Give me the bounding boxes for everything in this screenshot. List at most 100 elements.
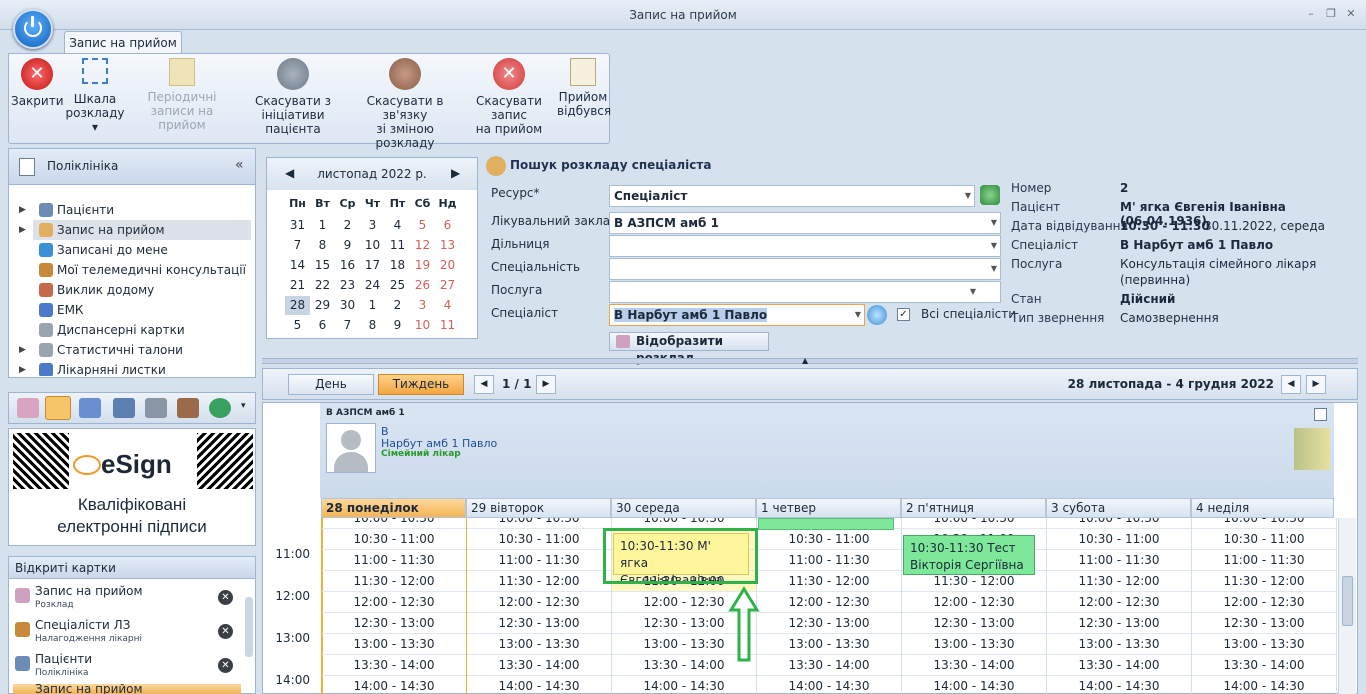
time-slot[interactable]: 14:00 - 14:30 [902,676,1046,694]
calendar-day[interactable]: 11 [435,316,460,335]
time-slot[interactable]: 13:00 - 13:30 [322,634,466,655]
calendar-day[interactable]: 18 [385,256,410,275]
time-slot[interactable]: 12:30 - 13:00 [757,613,901,634]
medicine-module-icon[interactable] [113,398,135,418]
time-slot[interactable]: 13:00 - 13:30 [467,634,611,655]
restore-icon[interactable]: ❐ [1324,7,1338,21]
globe-module-icon[interactable] [209,398,231,418]
time-slot[interactable]: 13:00 - 13:30 [1192,634,1336,655]
calendar-day[interactable]: 20 [435,256,460,275]
nav-item-patients[interactable]: ▶ Пацієнти [9,200,255,220]
calendar-day[interactable]: 3 [410,296,435,315]
calendar-day[interactable]: 7 [335,316,360,335]
calendar-module-icon[interactable] [17,398,39,418]
time-slot[interactable]: 12:30 - 13:00 [322,613,466,634]
splitter[interactable] [262,358,1358,364]
calendar-day[interactable]: 1 [310,216,335,235]
calendar-day[interactable]: 23 [335,276,360,295]
time-slot[interactable]: 13:00 - 13:30 [902,634,1046,655]
prev-page-icon[interactable]: ◀ [474,375,494,394]
day-header[interactable]: 30 середа [611,498,756,518]
calendar-day[interactable]: 28 [285,296,310,315]
time-slot[interactable]: 12:00 - 12:30 [322,592,466,613]
time-slot[interactable]: 10:00 - 10:30 [902,518,1046,529]
nav-item-dispensary[interactable]: Диспансерні картки [9,320,255,340]
schedule-scrollbar[interactable] [1338,518,1356,694]
time-slot[interactable]: 11:00 - 11:30 [757,550,901,571]
resource-select[interactable]: Спеціаліст ▼ [609,185,975,207]
splitter-arrow-icon[interactable]: ▲ [802,356,808,365]
calendar-day[interactable]: 11 [385,236,410,255]
schedule-scale-button[interactable]: Шкала розкладу ▾ [65,58,125,134]
calendar-day[interactable]: 5 [410,216,435,235]
books-module-icon[interactable] [145,398,167,418]
time-slot[interactable]: 14:00 - 14:30 [1047,676,1191,694]
calendar-day[interactable]: 6 [310,316,335,335]
close-button[interactable]: ✕ Закрити [11,58,64,108]
time-slot[interactable]: 11:30 - 12:00 [1047,571,1191,592]
time-slot[interactable]: 12:30 - 13:00 [1192,613,1336,634]
nav-item-emk[interactable]: ЕМК [9,300,255,320]
calendar-day[interactable]: 26 [410,276,435,295]
open-card-item[interactable]: Запис на прийом Розклад ✕ [13,584,241,618]
ribbon-tab[interactable]: Запис на прийом [64,31,182,54]
calendar-day[interactable]: 14 [285,256,310,275]
time-slot[interactable]: 10:30 - 11:00 [1047,529,1191,550]
resource-checkbox[interactable] [1314,408,1327,421]
time-slot[interactable]: 12:30 - 13:00 [1047,613,1191,634]
close-card-icon[interactable]: ✕ [218,590,233,605]
time-slot[interactable]: 11:30 - 12:00 [467,571,611,592]
time-slot[interactable]: 11:00 - 11:30 [467,550,611,571]
doctor-lookup-icon[interactable] [867,305,887,325]
calendar-day[interactable]: 10 [360,236,385,255]
day-view-button[interactable]: День [288,374,374,395]
time-slot[interactable]: 13:30 - 14:00 [322,655,466,676]
expand-icon[interactable]: ▶ [19,200,26,220]
day-header[interactable]: 29 вівторок [466,498,611,518]
esign-banner[interactable]: eSign Кваліфіковані електронні підписи [8,428,256,546]
open-card-item[interactable]: Пацієнти Поліклініка ✕ [13,652,241,686]
calendar-day[interactable]: 12 [410,236,435,255]
time-slot[interactable]: 12:30 - 13:00 [902,613,1046,634]
time-slot[interactable]: 10:30 - 11:00 [757,529,901,550]
time-slot[interactable]: 13:30 - 14:00 [467,655,611,676]
more-icon[interactable]: ▾ [241,401,246,411]
show-schedule-button[interactable]: Відобразити розклад [609,332,769,365]
calendar-day[interactable]: 30 [335,296,360,315]
time-slot[interactable]: 10:30 - 11:00 [322,529,466,550]
calendar-day[interactable]: 6 [435,216,460,235]
open-card-item[interactable]: Спеціалісти ЛЗ Налагодження лікарні ✕ [13,618,241,652]
calendar-day[interactable]: 22 [310,276,335,295]
nav-item-sick-leave[interactable]: ▶ Лікарняні листки [9,360,255,376]
prev-week-icon[interactable]: ◀ [1281,375,1301,394]
calendar-day[interactable]: 5 [285,316,310,335]
time-slot[interactable]: 13:30 - 14:00 [902,655,1046,676]
time-slot[interactable]: 14:00 - 14:30 [1192,676,1336,694]
calendar-day[interactable]: 8 [360,316,385,335]
minimize-icon[interactable]: – [1304,7,1318,21]
calendar-day[interactable]: 1 [360,296,385,315]
time-slot[interactable]: 13:30 - 14:00 [1047,655,1191,676]
scrollbar[interactable] [245,597,253,657]
periodic-appointments-button[interactable]: Періодичні записи на прийом [127,58,237,132]
all-specialists-checkbox[interactable]: ✓ [897,308,910,321]
close-card-icon[interactable]: ✕ [218,658,233,673]
day-header[interactable]: 1 четвер [756,498,901,518]
time-slot[interactable]: 10:30 - 11:00 [1192,529,1336,550]
time-slot[interactable]: 12:00 - 12:30 [1192,592,1336,613]
cancel-schedule-change-button[interactable]: Скасувати в зв'язку зі зміною розкладу [349,58,461,150]
time-slot[interactable]: 12:00 - 12:30 [902,592,1046,613]
appointment-card-partial[interactable] [758,518,894,530]
time-slot[interactable]: 11:00 - 11:30 [1192,550,1336,571]
day-header[interactable]: 3 субота [1046,498,1191,518]
expand-icon[interactable]: ▶ [19,340,26,360]
calendar-day[interactable]: 17 [360,256,385,275]
calendar-day[interactable]: 19 [410,256,435,275]
time-slot[interactable]: 13:00 - 13:30 [757,634,901,655]
time-slot[interactable]: 13:00 - 13:30 [1047,634,1191,655]
time-slot[interactable]: 14:00 - 14:30 [612,676,756,694]
day-header[interactable]: 28 понеділок [321,498,466,518]
day-header[interactable]: 4 неділя [1191,498,1334,518]
schedule-module-icon[interactable] [79,398,101,418]
calendar-day[interactable]: 4 [435,296,460,315]
